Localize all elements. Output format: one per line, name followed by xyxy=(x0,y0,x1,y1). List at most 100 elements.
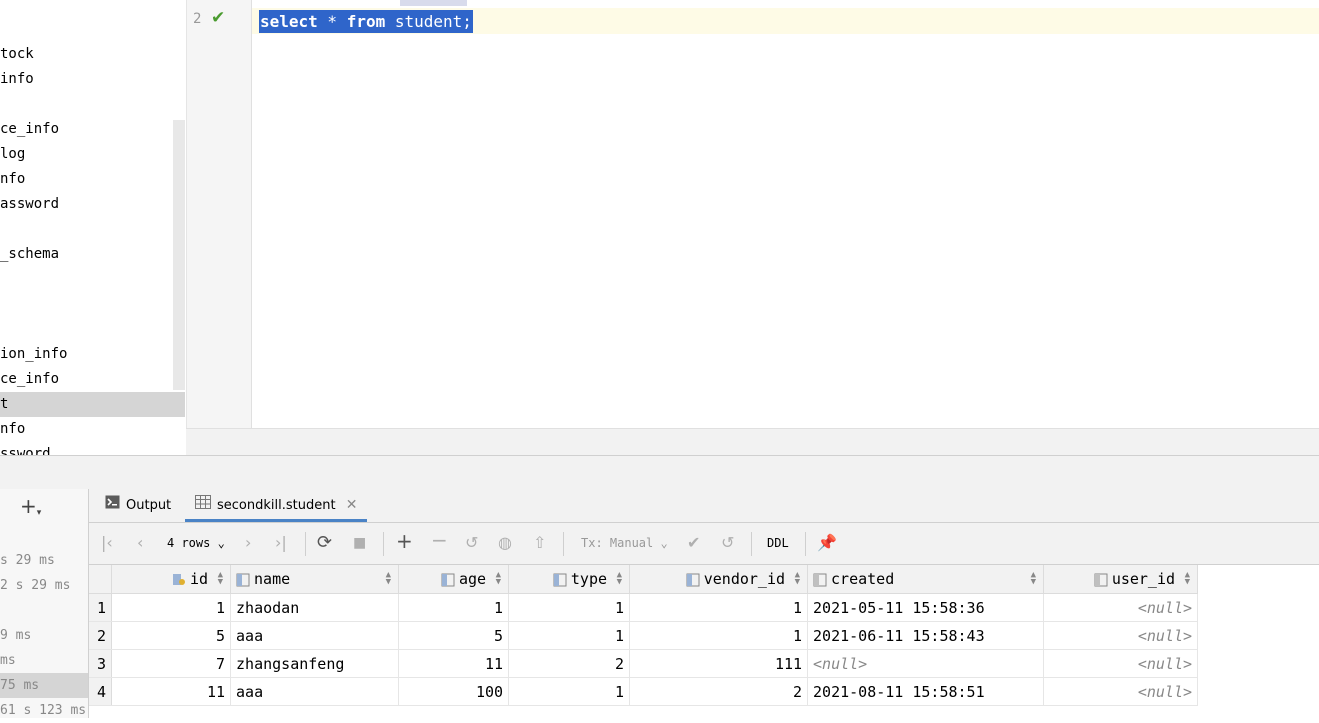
rollback-icon[interactable]: ↺ xyxy=(721,533,734,553)
row-number[interactable]: 4 xyxy=(89,677,113,706)
cell-user-id[interactable]: <null> xyxy=(1043,649,1199,678)
cell-id[interactable]: 5 xyxy=(111,621,232,650)
tree-item[interactable] xyxy=(0,92,185,117)
column-header-type[interactable]: type ▲ ▼ xyxy=(508,565,631,594)
add-icon[interactable]: +▾ xyxy=(20,494,41,518)
column-header-created[interactable]: created ▲ ▼ xyxy=(807,565,1045,594)
sql-statement[interactable]: select * from student; xyxy=(259,10,473,33)
tree-item[interactable]: ce_info xyxy=(0,117,185,142)
table-row[interactable]: 2 5 aaa 5 1 1 2021-06-11 15:58:43 <null> xyxy=(89,621,1199,650)
tree-item[interactable] xyxy=(0,217,185,242)
rows-count-dropdown[interactable]: 4 rows ⌄ xyxy=(167,534,225,552)
cell-name[interactable]: aaa xyxy=(230,677,400,706)
cell-age[interactable]: 1 xyxy=(398,593,510,622)
cell-type[interactable]: 2 xyxy=(508,649,631,678)
tree-item[interactable]: tock xyxy=(0,42,185,67)
cell-name[interactable]: zhaodan xyxy=(230,593,400,622)
column-header-age[interactable]: age ▲ ▼ xyxy=(398,565,510,594)
cell-user-id[interactable]: <null> xyxy=(1043,677,1199,706)
cell-created[interactable]: 2021-06-11 15:58:43 xyxy=(807,621,1045,650)
tree-item[interactable] xyxy=(0,267,185,292)
first-page-icon[interactable]: |‹ xyxy=(101,533,113,553)
submit-icon[interactable]: ◍ xyxy=(498,533,512,553)
pin-icon[interactable]: 📌 xyxy=(817,533,837,553)
next-page-icon[interactable]: › xyxy=(245,533,251,553)
cell-id[interactable]: 7 xyxy=(111,649,232,678)
cell-vendor-id[interactable]: 111 xyxy=(629,649,809,678)
service-time[interactable]: 9 ms xyxy=(0,623,88,648)
close-icon[interactable]: ✕ xyxy=(346,497,358,513)
column-header-id[interactable]: id ▲ ▼ xyxy=(111,565,232,594)
tab-output[interactable]: Output xyxy=(105,489,171,522)
sort-icon[interactable]: ▲ ▼ xyxy=(218,571,223,587)
tree-scrollbar[interactable] xyxy=(173,120,185,390)
cell-name[interactable]: aaa xyxy=(230,621,400,650)
tree-item[interactable]: assword xyxy=(0,192,185,217)
tree-item[interactable]: info xyxy=(0,67,185,92)
sort-icon[interactable]: ▲ ▼ xyxy=(617,571,622,587)
revert-icon[interactable]: ↺ xyxy=(465,533,478,553)
service-time[interactable]: 61 s 123 ms xyxy=(0,698,88,723)
tree-item[interactable]: t xyxy=(0,392,185,417)
sort-icon[interactable]: ▲ ▼ xyxy=(795,571,800,587)
cell-id[interactable]: 1 xyxy=(111,593,232,622)
row-number[interactable]: 1 xyxy=(89,593,113,622)
tx-mode-dropdown[interactable]: Tx: Manual ⌄ xyxy=(581,534,668,552)
tree-item[interactable]: nfo xyxy=(0,417,185,442)
sort-icon[interactable]: ▲ ▼ xyxy=(1185,571,1190,587)
last-page-icon[interactable]: ›| xyxy=(275,533,287,553)
cell-id[interactable]: 11 xyxy=(111,677,232,706)
cell-created[interactable]: 2021-08-11 15:58:51 xyxy=(807,677,1045,706)
ddl-button[interactable]: DDL xyxy=(767,534,789,552)
tree-item[interactable] xyxy=(0,292,185,317)
column-header-vendor-id[interactable]: vendor_id ▲ ▼ xyxy=(629,565,809,594)
cell-type[interactable]: 1 xyxy=(508,677,631,706)
table-row[interactable]: 3 7 zhangsanfeng 11 2 111 <null> <null> xyxy=(89,649,1199,678)
tree-item[interactable]: ce_info xyxy=(0,367,185,392)
tab-secondkill-student[interactable]: secondkill.student ✕ xyxy=(185,489,368,522)
row-number[interactable]: 3 xyxy=(89,649,113,678)
cell-name[interactable]: zhangsanfeng xyxy=(230,649,400,678)
previous-page-icon[interactable]: ‹ xyxy=(137,533,143,553)
sql-editor[interactable]: 2 ✔ select * from student; xyxy=(186,0,1319,428)
refresh-icon[interactable]: ⟳ xyxy=(317,533,332,553)
stop-icon[interactable]: ■ xyxy=(353,533,366,553)
add-row-icon[interactable]: + xyxy=(396,531,413,551)
sort-icon[interactable]: ▲ ▼ xyxy=(386,571,391,587)
column-header-name[interactable]: name ▲ ▼ xyxy=(230,565,400,594)
cell-type[interactable]: 1 xyxy=(508,593,631,622)
tree-item[interactable] xyxy=(0,317,185,342)
delete-row-icon[interactable]: − xyxy=(431,530,448,550)
tree-item[interactable]: log xyxy=(0,142,185,167)
service-time[interactable]: 2 s 29 ms xyxy=(0,573,88,598)
tree-item[interactable]: ion_info xyxy=(0,342,185,367)
table-row[interactable]: 1 1 zhaodan 1 1 1 2021-05-11 15:58:36 <null> xyxy=(89,593,1199,622)
sort-icon[interactable]: ▲ ▼ xyxy=(496,571,501,587)
cell-age[interactable]: 100 xyxy=(398,677,510,706)
cell-vendor-id[interactable]: 1 xyxy=(629,621,809,650)
commit-icon[interactable]: ✔ xyxy=(687,533,700,553)
cell-type[interactable]: 1 xyxy=(508,621,631,650)
cell-created[interactable]: <null> xyxy=(807,649,1045,678)
tree-item[interactable]: nfo xyxy=(0,167,185,192)
service-time[interactable]: ms xyxy=(0,648,88,673)
row-number[interactable]: 2 xyxy=(89,621,113,650)
cell-age[interactable]: 11 xyxy=(398,649,510,678)
column-header-user-id[interactable]: user_id ▲ ▼ xyxy=(1043,565,1199,594)
cell-age[interactable]: 5 xyxy=(398,621,510,650)
cell-vendor-id[interactable]: 2 xyxy=(629,677,809,706)
upload-icon[interactable]: ⇧ xyxy=(533,533,546,553)
sort-icon[interactable]: ▲ ▼ xyxy=(1031,571,1036,587)
cell-user-id[interactable]: <null> xyxy=(1043,621,1199,650)
service-time[interactable] xyxy=(0,598,88,623)
editor-horizontal-scrollbar[interactable] xyxy=(186,428,1319,456)
tree-item[interactable]: _schema xyxy=(0,242,185,267)
cell-created[interactable]: 2021-05-11 15:58:36 xyxy=(807,593,1045,622)
tree-item[interactable]: ssword xyxy=(0,442,185,455)
service-time[interactable] xyxy=(0,523,88,548)
cell-vendor-id[interactable]: 1 xyxy=(629,593,809,622)
service-time[interactable]: 75 ms xyxy=(0,673,88,698)
service-time[interactable]: s 29 ms xyxy=(0,548,88,573)
cell-user-id[interactable]: <null> xyxy=(1043,593,1199,622)
table-row[interactable]: 4 11 aaa 100 1 2 2021-08-11 15:58:51 <null> xyxy=(89,677,1199,706)
